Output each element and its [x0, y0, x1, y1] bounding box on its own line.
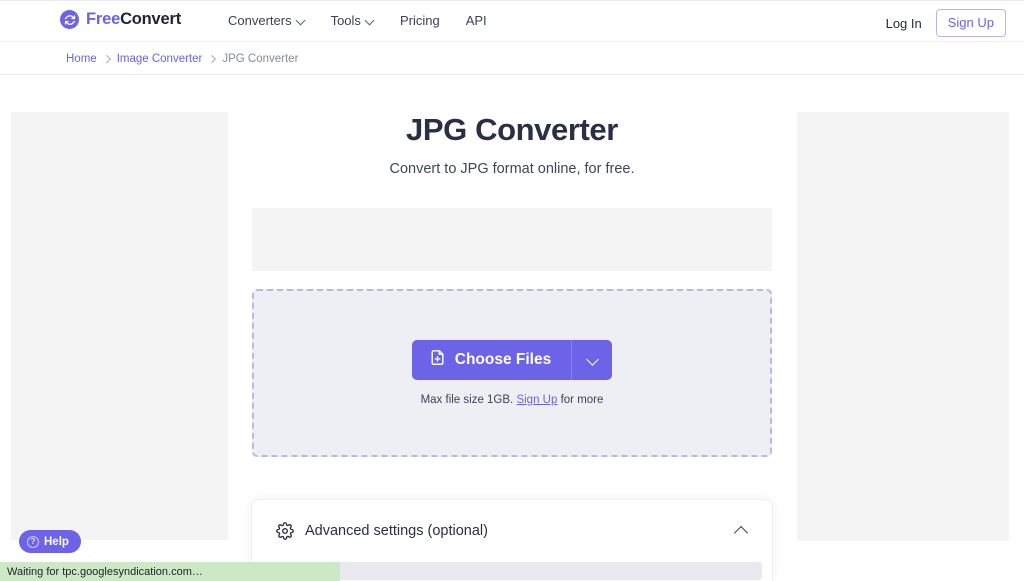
advanced-settings-label: Advanced settings (optional)	[305, 523, 488, 539]
nav-item-pricing[interactable]: Pricing	[400, 13, 440, 28]
ad-placeholder-top-banner	[252, 207, 772, 271]
help-button[interactable]: ? Help	[19, 530, 81, 553]
ad-placeholder-right	[797, 112, 1009, 541]
nav-item-tools[interactable]: Tools	[331, 13, 374, 28]
breadcrumb-item-image-converter[interactable]: Image Converter	[117, 53, 203, 65]
choose-files-label: Choose Files	[454, 350, 552, 368]
chevron-right-icon	[209, 56, 215, 62]
advanced-settings-header[interactable]: Advanced settings (optional)	[252, 500, 772, 562]
nav-item-pricing-label: Pricing	[399, 13, 440, 28]
breadcrumb-item-home[interactable]: Home	[66, 53, 97, 65]
chevron-down-icon	[297, 16, 305, 24]
nav-item-api[interactable]: API	[466, 13, 487, 28]
chevron-right-icon	[104, 56, 110, 62]
nav-item-tools-label: Tools	[330, 13, 361, 28]
sign-up-inline-link[interactable]: Sign Up	[516, 394, 557, 406]
refresh-circle-icon	[60, 10, 79, 29]
max-file-size-note: Max file size 1GB. Sign Up for more	[421, 394, 604, 406]
choose-files-dropdown-button[interactable]	[571, 339, 613, 380]
top-navbar: FreeConvert Converters Tools Pricing API…	[0, 0, 1024, 42]
chevron-down-icon	[366, 16, 374, 24]
account-actions: Log In Sign Up	[886, 9, 1006, 37]
log-in-link[interactable]: Log In	[886, 16, 922, 31]
ad-placeholder-left	[11, 112, 228, 540]
logo-word-convert: Convert	[120, 10, 182, 28]
help-button-label: Help	[44, 535, 69, 548]
logo-wordmark: FreeConvert	[86, 10, 181, 29]
file-plus-icon	[429, 349, 446, 371]
gear-icon	[276, 522, 294, 540]
breadcrumb: Home Image Converter JPG Converter	[0, 43, 1024, 75]
question-circle-icon: ?	[27, 535, 39, 548]
breadcrumb-item-current: JPG Converter	[222, 52, 299, 65]
choose-files-button[interactable]: Choose Files	[411, 339, 572, 380]
logo-word-free: Free	[86, 10, 121, 28]
nav-item-converters[interactable]: Converters	[228, 13, 305, 28]
page-title: JPG Converter	[406, 112, 618, 147]
chevron-up-icon[interactable]	[734, 524, 748, 538]
choose-files-group: Choose Files	[411, 339, 613, 380]
file-dropzone[interactable]: Choose Files Max file size 1GB. Sign Up …	[252, 288, 772, 457]
main-content: JPG Converter Convert to JPG format onli…	[252, 100, 772, 457]
page-root: FreeConvert Converters Tools Pricing API…	[0, 0, 1024, 581]
nav-item-api-label: API	[465, 13, 487, 28]
nav-item-converters-label: Converters	[228, 13, 292, 28]
primary-nav: Converters Tools Pricing API	[228, 13, 487, 28]
browser-status-bar: Waiting for tpc.googlesyndication.com…	[0, 562, 340, 581]
max-file-size-prefix: Max file size 1GB.	[420, 393, 514, 406]
site-logo[interactable]: FreeConvert	[60, 10, 181, 29]
max-file-size-suffix: for more	[560, 393, 604, 406]
page-subtitle: Convert to JPG format online, for free.	[389, 160, 635, 177]
chevron-down-icon	[587, 354, 598, 365]
sign-up-button[interactable]: Sign Up	[935, 9, 1006, 37]
